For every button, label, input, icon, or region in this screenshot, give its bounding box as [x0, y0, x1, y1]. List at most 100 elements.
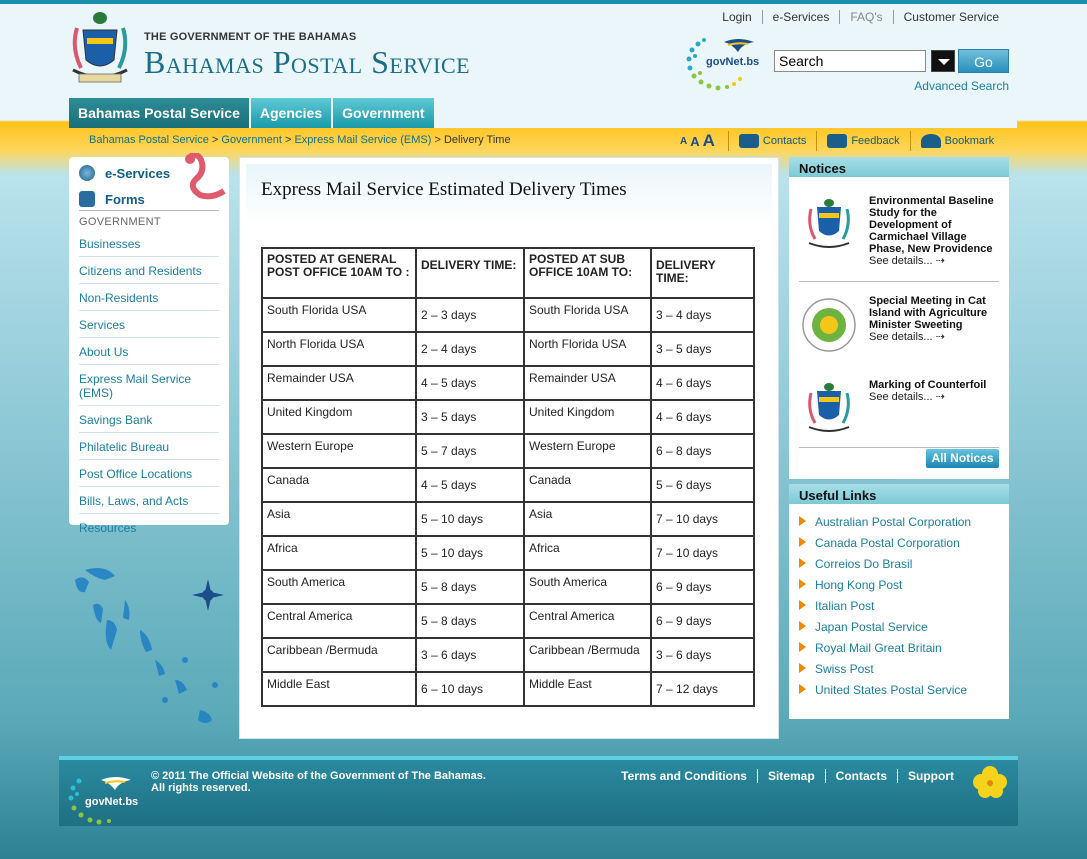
useful-link[interactable]: Australian Postal Corporation — [799, 515, 1009, 536]
content-panel: Express Mail Service Estimated Delivery … — [246, 164, 772, 732]
useful-link[interactable]: Hong Kong Post — [799, 578, 1009, 599]
table-cell: Central America — [261, 603, 417, 639]
arrow-right-icon — [799, 621, 806, 631]
divider — [799, 281, 999, 282]
see-details-link[interactable]: See details... ⇢ — [869, 331, 999, 343]
notices-panel: Notices Environmental Baseline Study for… — [789, 157, 1009, 479]
table-cell: 3 – 5 days — [415, 399, 525, 435]
font-size-small-button[interactable]: A — [680, 136, 687, 147]
mouse-icon — [79, 165, 95, 181]
table-cell: Remainder USA — [523, 365, 652, 401]
tab-bahamas-postal-service[interactable]: Bahamas Postal Service — [69, 98, 249, 128]
useful-link[interactable]: Canada Postal Corporation — [799, 536, 1009, 557]
notice-item[interactable]: Special Meeting in Cat Island with Agric… — [799, 295, 999, 355]
notice-title: Marking of Counterfoil — [869, 379, 987, 391]
table-row: Remainder USA 4 – 5 days Remainder USA 4 – … — [261, 365, 755, 401]
gov-line: THE GOVERNMENT OF THE BAHAMAS — [144, 31, 357, 43]
sitemap-link[interactable]: Sitemap — [756, 769, 825, 783]
tab-government[interactable]: Government — [333, 98, 434, 128]
support-link[interactable]: Support — [897, 769, 964, 783]
faqs-link[interactable]: FAQ's — [839, 10, 892, 24]
bahamas-map-graphic — [75, 568, 224, 723]
column-header: DELIVERY TIME: — [650, 247, 755, 299]
sidebar-item-ems[interactable]: Express Mail Service (EMS) — [79, 370, 219, 406]
all-notices-button[interactable]: All Notices — [926, 449, 999, 468]
heart-icon — [920, 134, 941, 148]
useful-link[interactable]: Japan Postal Service — [799, 620, 1009, 641]
table-row: Central America 5 – 8 days Central America… — [261, 603, 755, 639]
terms-link[interactable]: Terms and Conditions — [611, 769, 757, 783]
breadcrumb-item[interactable]: Bahamas Postal Service — [89, 134, 209, 146]
coat-of-arms-icon — [808, 383, 850, 432]
divider — [799, 447, 999, 448]
left-sidebar: e-Services Forms GOVERNMENT Businesses C… — [69, 153, 229, 535]
arrow-right-icon — [799, 516, 806, 526]
sidebar-item-about-us[interactable]: About Us — [79, 343, 219, 365]
notice-item[interactable]: Marking of Counterfoil See details... ⇢ — [799, 379, 999, 439]
tab-agencies[interactable]: Agencies — [250, 98, 332, 128]
table-cell: 7 – 12 days — [650, 671, 755, 707]
advanced-search-link[interactable]: Advanced Search — [914, 79, 1009, 93]
notice-item[interactable]: Environmental Baseline Study for the Dev… — [799, 195, 999, 267]
useful-link[interactable]: Correios Do Brasil — [799, 557, 1009, 578]
login-link[interactable]: Login — [712, 10, 761, 24]
site-title[interactable]: Bahamas Postal Service — [144, 44, 470, 81]
column-header: POSTED AT GENERAL POST OFFICE 10AM TO : — [261, 247, 417, 299]
table-cell: 4 – 5 days — [415, 467, 525, 503]
delivery-times-table: POSTED AT GENERAL POST OFFICE 10AM TO : … — [261, 247, 755, 707]
breadcrumb-item[interactable]: Express Mail Service (EMS) — [294, 134, 431, 146]
useful-link[interactable]: Swiss Post — [799, 662, 1009, 683]
sidebar-item-resources[interactable]: Resources — [79, 519, 219, 540]
table-row: South Florida USA 2 – 3 days South Florida… — [261, 297, 755, 333]
breadcrumb-item[interactable]: Government — [221, 134, 282, 146]
see-details-link[interactable]: See details... ⇢ — [869, 391, 986, 403]
sidebar-item-post-office-locations[interactable]: Post Office Locations — [79, 465, 219, 487]
search-input[interactable] — [774, 50, 926, 72]
table-cell: 3 – 6 days — [650, 637, 755, 673]
table-cell: 4 – 6 days — [650, 365, 755, 401]
useful-link[interactable]: Italian Post — [799, 599, 1009, 620]
sidebar-item-businesses[interactable]: Businesses — [79, 235, 219, 257]
site-footer: govNet.bs © 2011 The Official Website of… — [59, 756, 1018, 826]
table-row: Canada 4 – 5 days Canada 5 – 6 days — [261, 467, 755, 503]
see-details-link[interactable]: See details... ⇢ — [869, 255, 999, 267]
sidebar-item-philatelic[interactable]: Philatelic Bureau — [79, 438, 219, 460]
search-scope-dropdown[interactable] — [931, 50, 955, 72]
contacts-tool[interactable]: Contacts — [738, 134, 806, 148]
eservices-button[interactable]: e-Services — [79, 165, 170, 181]
useful-link[interactable]: United States Postal Service — [799, 683, 1009, 704]
phone-icon — [738, 134, 759, 148]
sidebar-item-citizens[interactable]: Citizens and Residents — [79, 262, 219, 284]
table-cell: 2 – 3 days — [415, 297, 525, 333]
coat-of-arms-icon — [808, 199, 850, 248]
font-size-large-button[interactable]: A — [703, 131, 715, 151]
column-header: POSTED AT SUB OFFICE 10AM TO: — [523, 247, 652, 299]
bookmark-tool[interactable]: Bookmark — [920, 134, 994, 148]
table-row: Africa 5 – 10 days Africa 7 – 10 days — [261, 535, 755, 571]
search-go-button[interactable]: Go — [958, 49, 1009, 73]
eservices-link[interactable]: e-Services — [761, 10, 840, 24]
table-cell: 7 – 10 days — [650, 501, 755, 537]
sidebar-item-services[interactable]: Services — [79, 316, 219, 338]
sidebar-item-non-residents[interactable]: Non-Residents — [79, 289, 219, 311]
sidebar-item-savings-bank[interactable]: Savings Bank — [79, 411, 219, 433]
table-cell: South America — [261, 569, 417, 605]
feedback-tool[interactable]: Feedback — [827, 134, 900, 148]
useful-link[interactable]: Royal Mail Great Britain — [799, 641, 1009, 662]
table-cell: 5 – 10 days — [415, 501, 525, 537]
arrow-right-icon — [799, 579, 806, 589]
notice-title: Environmental Baseline Study for the Dev… — [869, 195, 994, 255]
arrow-right-icon — [799, 600, 806, 610]
forms-button[interactable]: Forms — [79, 191, 145, 207]
table-row: United Kingdom 3 – 5 days United Kingdom 4 … — [261, 399, 755, 435]
govnet-label: govNet.bs — [85, 796, 139, 808]
sidebar-item-bills-laws[interactable]: Bills, Laws, and Acts — [79, 492, 219, 514]
contacts-link[interactable]: Contacts — [824, 769, 897, 783]
table-cell: 6 – 10 days — [415, 671, 525, 707]
govnet-label: govNet.bs — [706, 56, 760, 68]
table-cell: 5 – 8 days — [415, 603, 525, 639]
arrow-right-icon — [799, 684, 806, 694]
font-size-medium-button[interactable]: A — [690, 134, 699, 149]
customer-service-link[interactable]: Customer Service — [892, 10, 1009, 24]
table-cell: 6 – 9 days — [650, 603, 755, 639]
